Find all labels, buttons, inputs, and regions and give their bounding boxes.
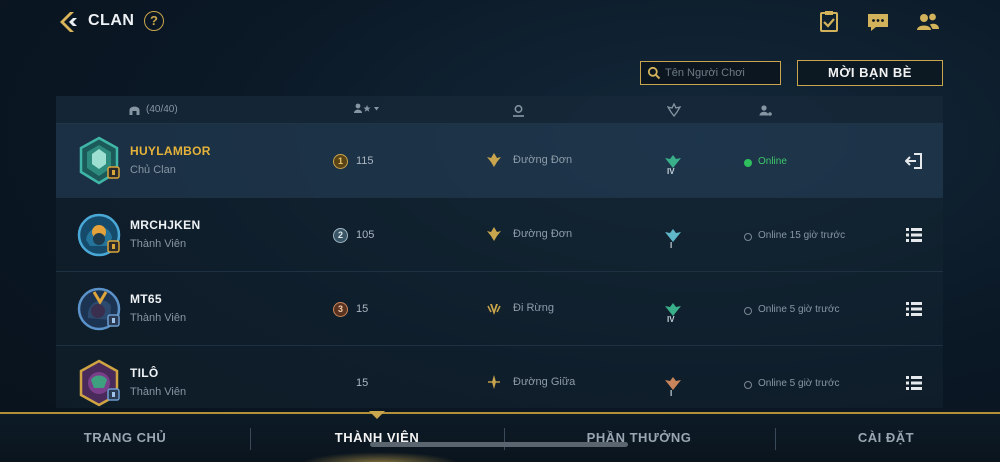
member-status: Online 5 giờ trước [758,304,840,315]
top-bar: CLAN ? [0,0,1000,44]
points-sort-header[interactable] [354,103,380,114]
rank-emblem-icon [665,229,681,242]
member-role: Thành Viên [130,312,187,324]
offline-status-dot [744,307,752,315]
member-name[interactable]: MT65 [130,292,162,306]
tab-divider [250,428,251,450]
rank-emblem-icon [665,377,681,390]
table-row[interactable]: MT65 Thành Viên 3 15 Đi Rừng IV Online 5… [56,272,943,346]
mid-lane-icon [488,375,500,389]
member-avatar [79,136,120,185]
friends-icon[interactable] [916,10,940,34]
member-points-sort-icon [354,103,379,113]
member-count-header: (40/40) [128,103,178,116]
member-status: Online 15 giờ trước [758,230,846,241]
member-points: 15 [356,303,369,315]
clipboard-check-icon[interactable] [817,10,841,34]
help-button[interactable]: ? [144,11,164,31]
player-search-box[interactable] [640,61,781,85]
rank-medal-3: 3 [333,302,348,317]
member-avatar [77,287,121,331]
rank-tier: I [670,241,673,250]
back-chevron-icon[interactable] [56,10,80,34]
online-status-dot [744,159,752,167]
member-status: Online [758,156,787,167]
member-role: Thành Viên [130,238,187,250]
active-tab-glow [300,452,460,462]
member-name[interactable]: HUYLAMBOR [130,144,211,158]
menu-icon[interactable] [905,300,923,318]
tab-home[interactable]: TRANG CHỦ [62,430,188,445]
table-row[interactable]: MRCHJKEN Thành Viên 2 105 Đường Đơn I On… [56,198,943,272]
active-tab-caret-icon [369,411,385,419]
member-points: 105 [356,229,375,241]
home-indicator [370,442,628,447]
top-lane-icon [487,227,501,241]
member-position: Đi Rừng [513,302,554,314]
menu-icon[interactable] [905,374,923,392]
bottom-tab-bar: TRANG CHỦ THÀNH VIÊN PHẦN THƯỞNG CÀI ĐẶT [0,411,1000,462]
top-lane-icon [487,153,501,167]
invite-friends-button[interactable]: MỜI BẠN BÈ [797,60,943,86]
chat-icon[interactable] [866,10,890,34]
rank-tier: I [670,389,673,398]
clan-member-table: (40/40) HUYLAMBOR Chủ Clan 1 115 Đường Đ… [56,96,943,408]
page-title: CLAN [88,12,135,29]
rank-tier: IV [667,315,675,324]
search-icon [647,66,661,80]
table-row[interactable]: TILÔ Thành Viên 15 Đường Giữa I Online 5… [56,346,943,408]
leave-icon[interactable] [905,152,923,170]
member-role: Chủ Clan [130,164,176,176]
tab-settings[interactable]: CÀI ĐẶT [826,430,946,445]
member-avatar [79,359,120,407]
player-search-input[interactable] [665,64,777,82]
position-icon [513,105,524,117]
offline-status-dot [744,233,752,241]
jungle-icon [487,304,501,315]
status-header-icon [759,105,772,116]
rank-tier: IV [667,167,675,176]
member-count-label: (40/40) [146,104,178,115]
member-name[interactable]: MRCHJKEN [130,218,200,232]
table-header: (40/40) [56,96,943,124]
offline-status-dot [744,381,752,389]
member-avatar [77,213,121,257]
rank-medal-1: 1 [333,154,348,169]
rank-header-icon [667,103,681,117]
member-role: Thành Viên [130,386,187,398]
member-position: Đường Giữa [513,376,576,388]
rank-medal-2: 2 [333,228,348,243]
member-name[interactable]: TILÔ [130,366,159,380]
member-points: 15 [356,377,369,389]
member-position: Đường Đơn [513,154,573,166]
member-status: Online 5 giờ trước [758,378,840,389]
member-position: Đường Đơn [513,228,573,240]
menu-icon[interactable] [905,226,923,244]
tab-divider [775,428,776,450]
helmet-icon [129,106,140,115]
member-points: 115 [356,155,374,167]
table-row[interactable]: HUYLAMBOR Chủ Clan 1 115 Đường Đơn IV On… [56,124,943,198]
